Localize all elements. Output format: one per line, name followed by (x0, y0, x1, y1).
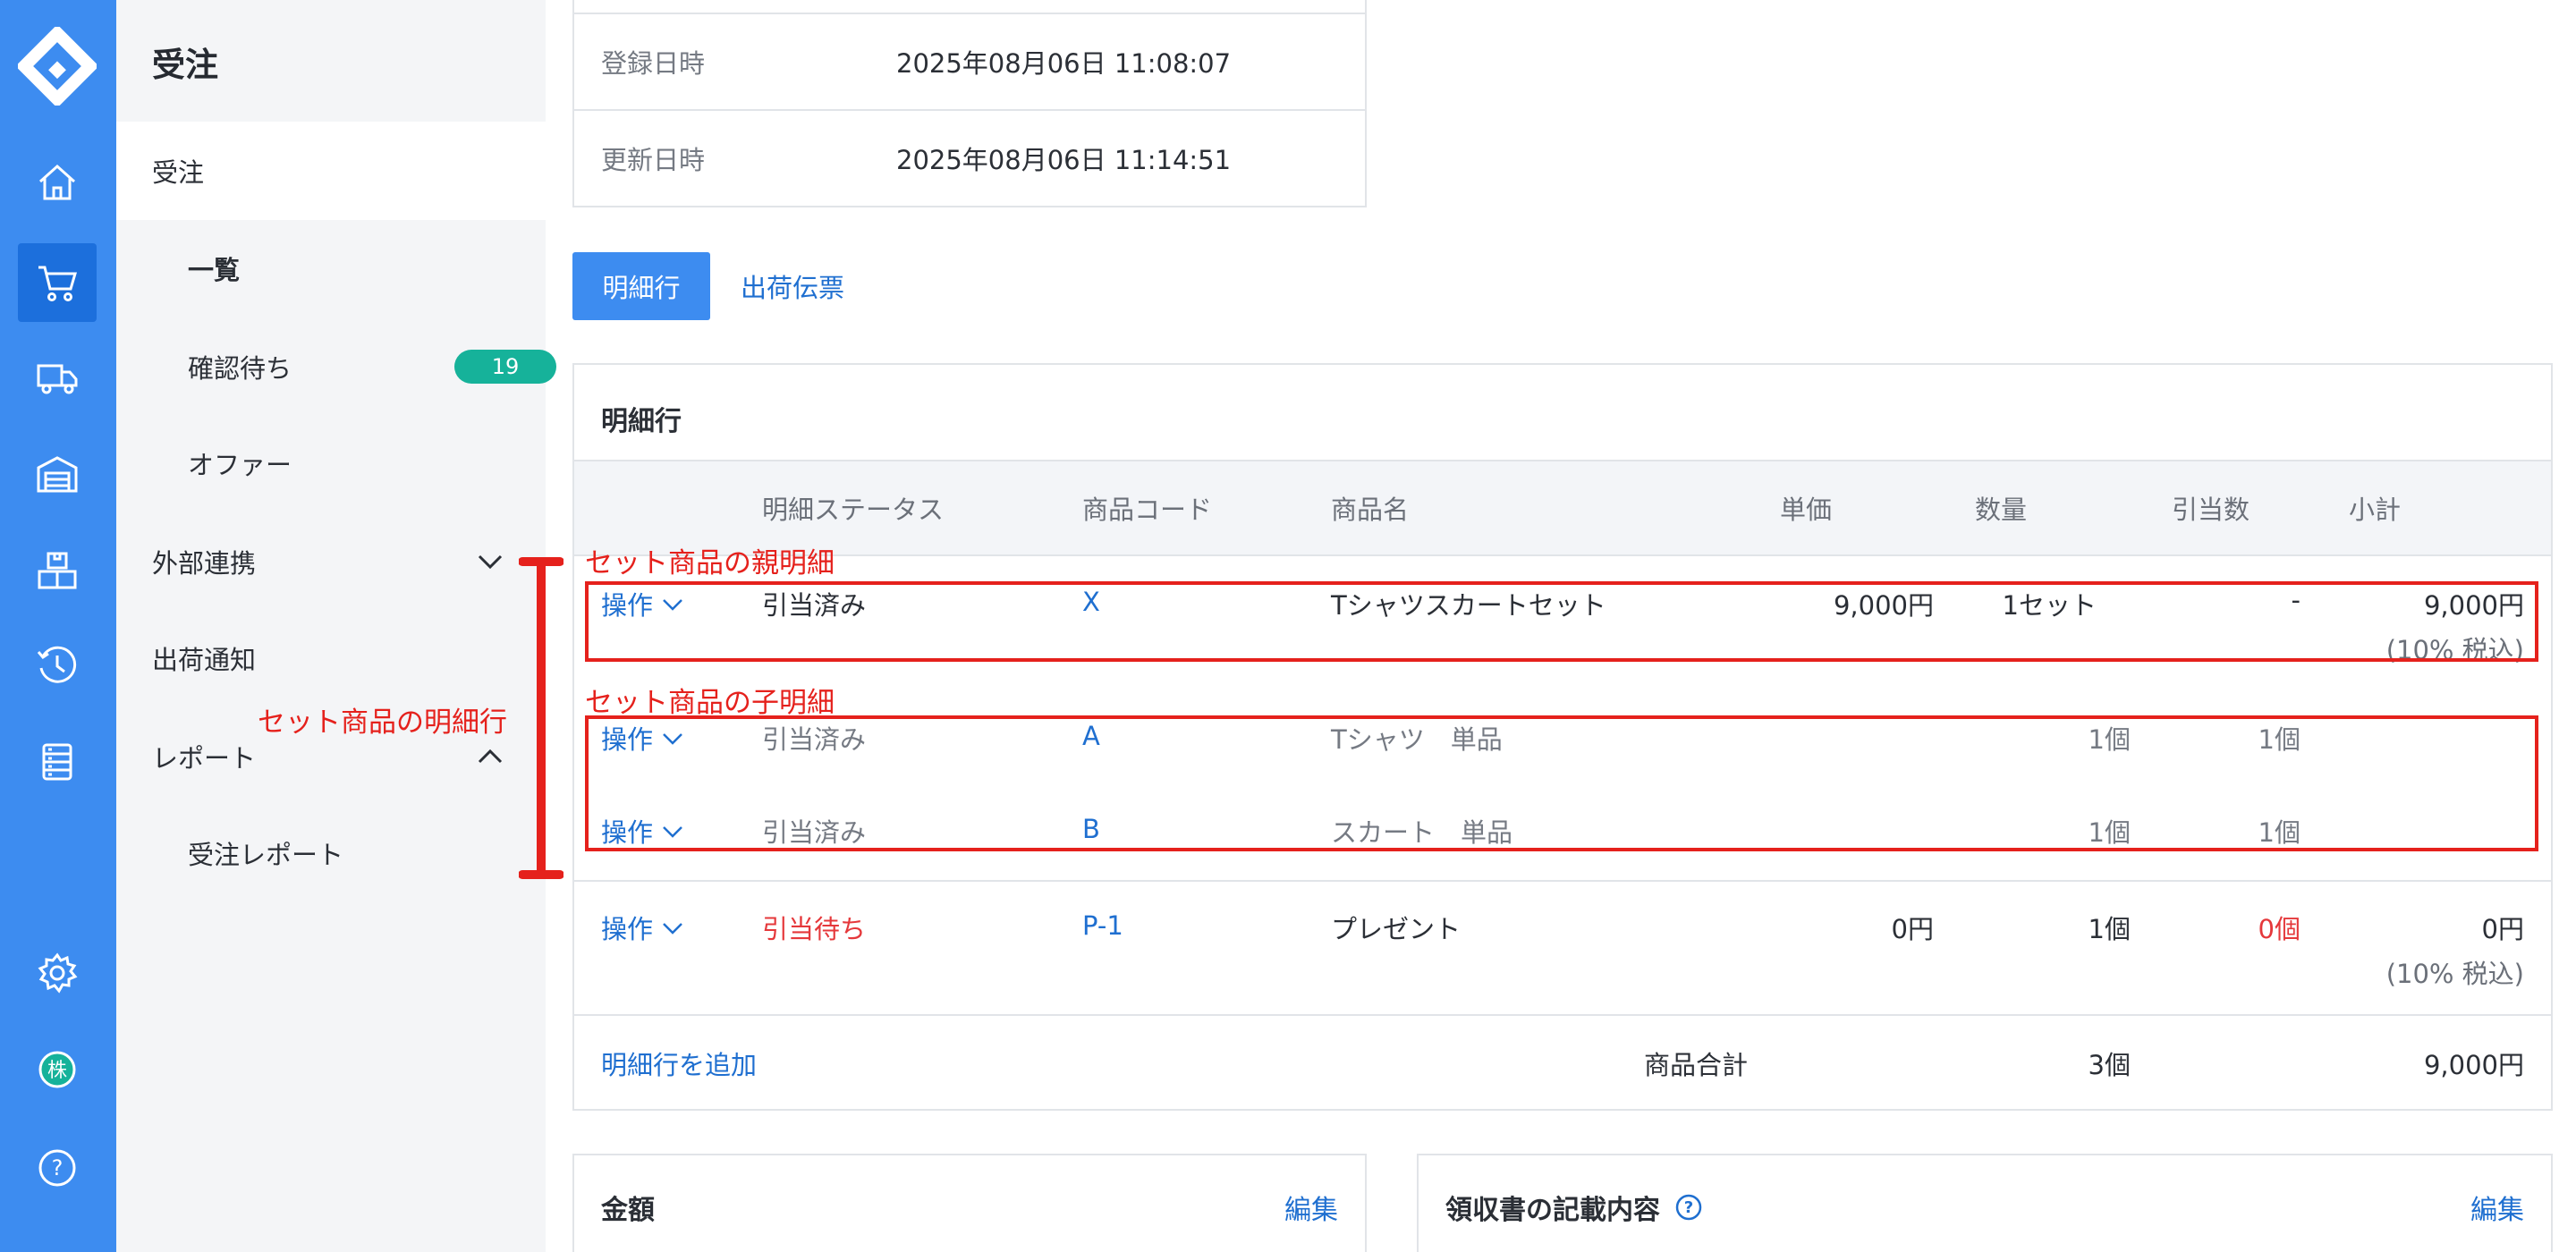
receipt-title-group: 領収書の記載内容 ? (1445, 1188, 1703, 1227)
nav-item-label: 確認待ち (188, 353, 292, 384)
chevron-down-icon (663, 923, 682, 935)
nav-item-list[interactable]: 一覧 (116, 220, 546, 317)
gear-icon[interactable] (18, 934, 97, 1012)
divider (574, 1014, 2551, 1016)
annotation-child-box (585, 715, 2538, 851)
nav-item-order-report[interactable]: 受注レポート (116, 805, 546, 901)
column-header: 明細ステータス (762, 495, 945, 525)
amount-edit-link[interactable]: 編集 (1284, 1188, 1338, 1227)
meta-row-created: 登録日時 2025年08月06日 11:08:07 (574, 14, 1365, 109)
subnav-title: 受注 (152, 46, 218, 84)
nav-item-offer[interactable]: オファー (116, 415, 546, 512)
row-subtotal: 0円 (2481, 914, 2524, 944)
nav-item-shipping-notice[interactable]: 出荷通知 (116, 610, 546, 706)
nav-item-label: 受注レポート (188, 840, 344, 870)
row-product-name: プレゼント (1331, 914, 1462, 944)
annotation-child-label: セット商品の子明細 (585, 687, 835, 719)
help-label: ? (52, 1155, 64, 1180)
amount-title: 金額 (601, 1195, 655, 1226)
column-header: 引当数 (2172, 495, 2250, 525)
nav-item-label: レポート (152, 743, 257, 774)
nav-item-label: 一覧 (188, 255, 241, 285)
meta-label: 更新日時 (601, 145, 706, 175)
nav-item-label: 出荷通知 (152, 645, 257, 675)
column-header: 商品コード (1082, 495, 1213, 525)
nav-item-orders[interactable]: 受注 (116, 122, 546, 220)
row-quantity: 1個 (2088, 914, 2131, 944)
row-product-code-link[interactable]: P-1 (1082, 910, 1123, 941)
help-icon[interactable]: ? (18, 1129, 97, 1207)
pending-count-badge: 19 (454, 350, 556, 384)
divider (574, 880, 2551, 882)
meta-value: 2025年08月06日 11:14:51 (896, 145, 1232, 175)
icon-rail: 株 ? (0, 0, 116, 1252)
tab-line-items[interactable]: 明細行 (572, 252, 710, 320)
receipt-title: 領収書の記載内容 (1445, 1195, 1660, 1226)
line-items-header: 明細ステータス 商品コード 商品名 単価 数量 引当数 小計 (574, 460, 2551, 556)
total-quantity: 3個 (2088, 1050, 2131, 1080)
line-items-title: 明細行 (601, 406, 682, 437)
column-header: 商品名 (1331, 495, 1410, 525)
annotation-bracket (519, 557, 564, 879)
receipt-panel: 領収書の記載内容 ? 編集 (1417, 1154, 2553, 1252)
add-line-item-link[interactable]: 明細行を追加 (601, 1045, 757, 1082)
receipt-edit-link[interactable]: 編集 (2470, 1188, 2524, 1227)
operation-label: 操作 (601, 914, 654, 944)
cart-icon[interactable] (18, 243, 97, 322)
row-status: 引当待ち (762, 914, 867, 944)
column-header: 数量 (1975, 495, 2028, 525)
row-unit-price: 0円 (1891, 914, 1934, 944)
nav-item-label: 外部連携 (152, 548, 257, 579)
boxes-icon[interactable] (18, 531, 97, 610)
order-meta-panel: 登録日時 2025年08月06日 11:08:07 更新日時 2025年08月0… (572, 0, 1367, 207)
meta-value: 2025年08月06日 11:08:07 (896, 48, 1232, 79)
brand-logo[interactable] (15, 24, 99, 108)
annotation-parent-box (585, 581, 2538, 662)
total-label: 商品合計 (1644, 1050, 1749, 1080)
help-icon[interactable]: ? (1674, 1193, 1703, 1222)
chevron-up-icon (478, 749, 503, 764)
company-avatar-label: 株 (47, 1060, 67, 1082)
total-amount: 9,000円 (2423, 1050, 2524, 1080)
sub-navigation: 受注 受注 一覧 確認待ち 19 オファー 外部連携 出荷通知 レポート 受注レ… (116, 0, 556, 1252)
chevron-down-icon (478, 554, 503, 570)
nav-item-integrations[interactable]: 外部連携 (116, 513, 546, 610)
database-icon[interactable] (18, 723, 97, 801)
nav-item-label: オファー (188, 450, 292, 480)
warehouse-icon[interactable] (18, 435, 97, 513)
meta-row-updated: 更新日時 2025年08月06日 11:14:51 (574, 111, 1365, 206)
column-header: 小計 (2349, 495, 2402, 525)
row-allocated: 0個 (2258, 914, 2301, 944)
home-icon[interactable] (18, 143, 97, 222)
row-operation-menu[interactable]: 操作 (601, 909, 685, 946)
tab-shipping-slip[interactable]: 出荷伝票 (741, 252, 844, 320)
meta-label: 登録日時 (601, 48, 706, 79)
annotation-side-label: セット商品の明細行 (258, 706, 507, 739)
history-icon[interactable] (18, 626, 97, 705)
amount-panel: 金額 編集 (572, 1154, 1367, 1252)
nav-item-label: 受注 (152, 157, 205, 188)
nav-item-pending[interactable]: 確認待ち 19 (116, 318, 556, 415)
company-avatar-icon[interactable]: 株 (18, 1030, 97, 1109)
row-tax-note: (10% 税込) (2385, 959, 2524, 989)
help-label: ? (1684, 1198, 1693, 1217)
annotation-parent-label: セット商品の親明細 (585, 547, 835, 579)
truck-icon[interactable] (18, 338, 97, 417)
column-header: 単価 (1780, 495, 1833, 525)
